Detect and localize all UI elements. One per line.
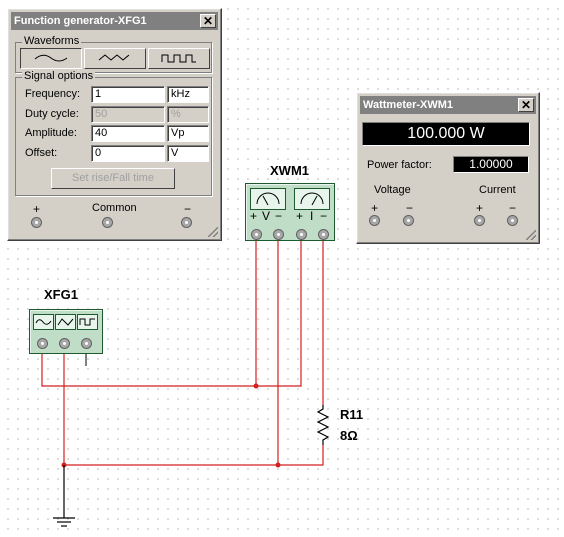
v-label: V [262,209,271,223]
frequency-input[interactable]: 1 [91,86,165,103]
triangle-wave-icon [98,54,130,61]
triangle-wave-button[interactable] [84,48,146,69]
panel-common-terminal[interactable] [102,217,113,228]
junction-dot [253,383,259,389]
close-button[interactable]: ✕ [200,14,216,28]
wattmeter-titlebar[interactable]: Wattmeter-XWM1 ✕ [360,96,536,114]
amplitude-input[interactable]: 40 [91,125,165,142]
amplitude-unit-field[interactable]: Vp [167,125,209,142]
sine-wave-button[interactable] [20,48,82,69]
offset-unit-field[interactable]: V [167,145,209,162]
resistor-symbol [316,405,330,445]
square-wave-button[interactable] [148,48,210,69]
duty-cycle-label: Duty cycle: [25,108,79,120]
v-minus-label: − [275,209,283,223]
set-rise-fall-time-button[interactable]: Set rise/Fall time [51,168,175,189]
function-generator-window[interactable]: Function generator-XFG1 ✕ Waveforms Sign… [7,8,222,241]
wattmeter-i-minus-terminal[interactable] [318,229,329,240]
sine-wave-icon [34,54,68,62]
signal-options-label: Signal options [22,70,96,82]
square-wave-icon [77,314,98,330]
junction-dot [275,462,281,468]
duty-cycle-unit-field: % [167,106,209,123]
voltmeter-gauge-icon [250,188,286,210]
generator-ref: XFG1 [44,287,78,302]
current-minus-terminal[interactable] [507,215,518,226]
duty-cycle-input: 50 [91,106,165,123]
panel-minus-terminal[interactable] [181,217,192,228]
resize-grip[interactable] [208,227,218,237]
current-plus-terminal[interactable] [474,215,485,226]
voltage-minus-label: − [406,201,414,215]
wattmeter-i-plus-terminal[interactable] [296,229,307,240]
generator-common-terminal[interactable] [59,338,70,349]
sine-wave-icon [33,314,54,330]
voltage-plus-label: + [371,201,379,215]
i-plus-label: + [296,209,304,223]
power-factor-display: 1.00000 [453,156,529,173]
wattmeter-v-minus-terminal[interactable] [273,229,284,240]
current-plus-label: + [476,201,484,215]
plus-terminal-label: + [33,202,41,216]
ammeter-gauge-icon [294,188,330,210]
wattmeter-window[interactable]: Wattmeter-XWM1 ✕ 100.000 W Power factor:… [356,92,540,244]
resistor-value: 8Ω [340,428,358,443]
wattmeter-v-plus-terminal[interactable] [251,229,262,240]
wire-resistor-bottom [64,445,324,466]
ground-symbol [53,517,75,527]
current-minus-label: − [509,201,517,215]
window-title: Function generator-XFG1 [14,15,147,27]
wattmeter-ref: XWM1 [270,163,309,178]
offset-input[interactable]: 0 [91,145,165,162]
i-minus-label: − [320,209,328,223]
generator-plus-terminal[interactable] [37,338,48,349]
close-button[interactable]: ✕ [518,98,534,112]
frequency-unit-field[interactable]: kHz [167,86,209,103]
frequency-label: Frequency: [25,88,81,100]
square-wave-icon [161,54,196,63]
resize-grip[interactable] [526,230,536,240]
i-label: I [310,209,314,223]
panel-plus-terminal[interactable] [31,217,42,228]
function-generator-titlebar[interactable]: Function generator-XFG1 ✕ [11,12,218,30]
amplitude-label: Amplitude: [25,127,77,139]
voltage-label: Voltage [374,184,411,196]
voltage-plus-terminal[interactable] [369,215,380,226]
resistor-ref: R11 [340,407,364,422]
triangle-wave-icon [55,314,76,330]
offset-label: Offset: [25,147,58,159]
common-terminal-label: Common [92,202,137,214]
power-factor-label: Power factor: [367,159,432,171]
waveforms-label: Waveforms [22,35,82,47]
power-reading-display: 100.000 W [362,122,530,146]
generator-minus-terminal[interactable] [81,338,92,349]
minus-terminal-label: − [184,202,192,216]
v-plus-label: + [250,209,258,223]
window-title: Wattmeter-XWM1 [363,99,454,111]
voltage-minus-terminal[interactable] [403,215,414,226]
current-label: Current [479,184,516,196]
